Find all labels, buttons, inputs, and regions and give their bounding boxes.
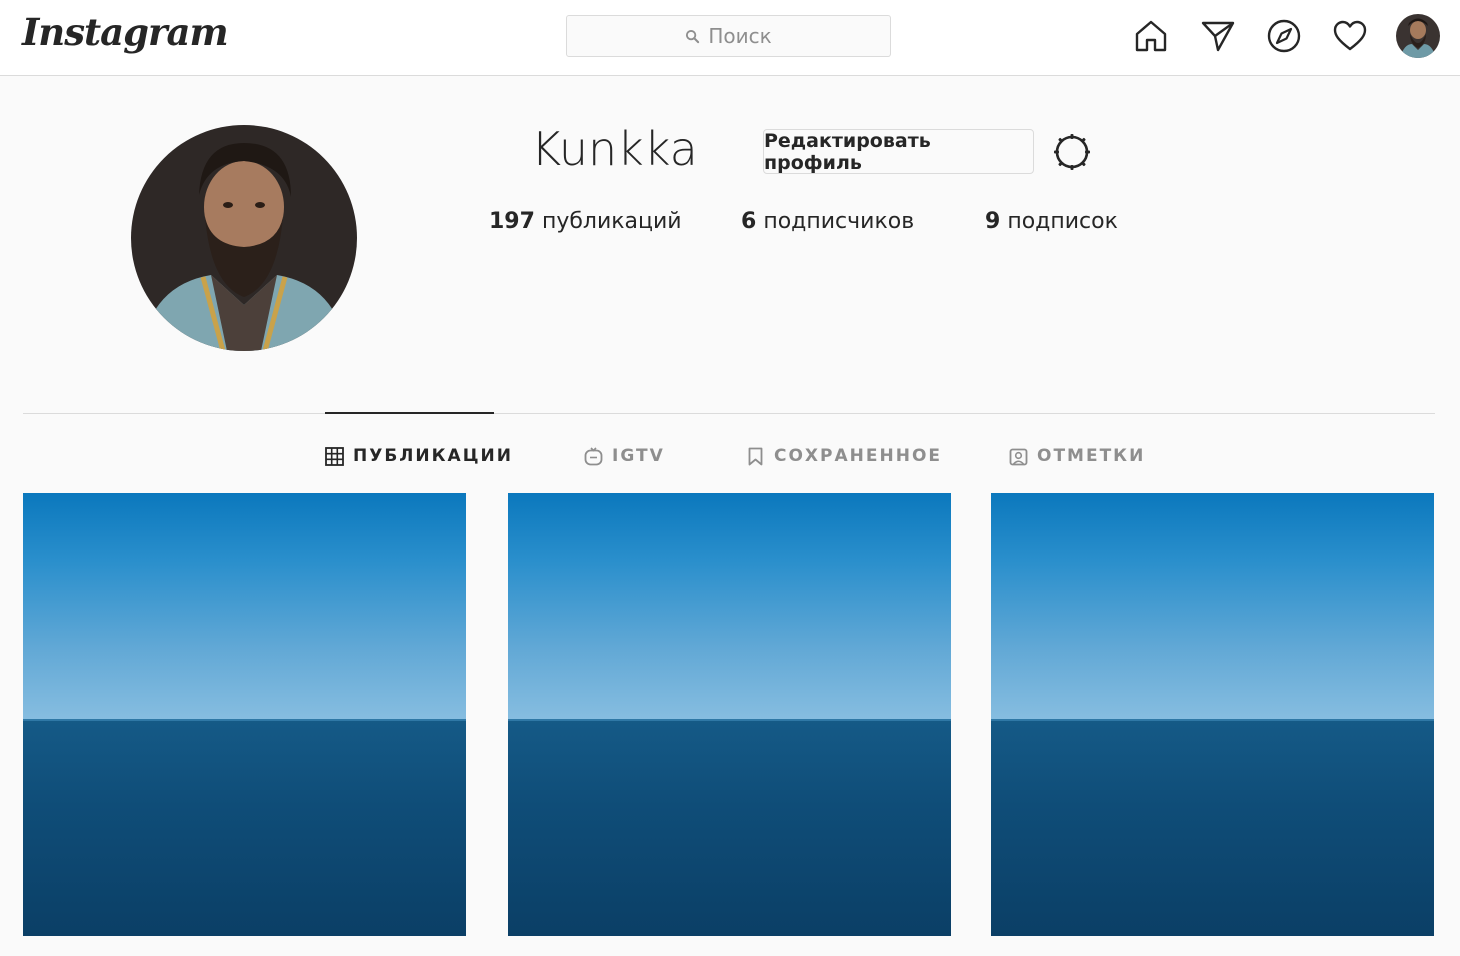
post-thumbnail[interactable] [508, 493, 951, 936]
avatar [1396, 14, 1440, 58]
post-image-sea [508, 718, 951, 936]
direct-messages-button[interactable] [1199, 16, 1237, 56]
active-tab-indicator [325, 412, 494, 414]
post-thumbnail[interactable] [23, 493, 466, 936]
settings-gear-icon[interactable] [1052, 132, 1092, 172]
profile-username: Kunkka [531, 122, 698, 176]
grid-icon [325, 446, 344, 466]
tab-tagged[interactable]: ОТМЕТКИ [1009, 443, 1145, 469]
direct-message-icon [1201, 21, 1235, 52]
following-label: подписок [1007, 209, 1118, 234]
top-navigation-bar: Instagram Поиск [0, 0, 1460, 76]
tab-tagged-label: ОТМЕТКИ [1037, 446, 1146, 466]
post-image-sky [508, 493, 951, 719]
tab-posts-label: ПУБЛИКАЦИИ [353, 446, 513, 466]
bookmark-icon [748, 447, 763, 465]
post-thumbnail[interactable] [991, 493, 1434, 936]
search-placeholder: Поиск [708, 24, 772, 48]
posts-count: 197 [489, 209, 535, 234]
search-input[interactable]: Поиск [566, 15, 891, 57]
tab-igtv[interactable]: IGTV [584, 443, 665, 469]
followers-label: подписчиков [763, 209, 915, 234]
profile-avatar-button[interactable] [1396, 14, 1440, 58]
post-image-horizon [991, 718, 1434, 721]
post-image-horizon [508, 718, 951, 721]
home-button[interactable] [1132, 16, 1170, 56]
post-image-sky [991, 493, 1434, 719]
post-image-sky [23, 493, 466, 719]
explore-button[interactable] [1265, 16, 1303, 56]
search-icon [686, 29, 700, 43]
profile-photo [131, 125, 357, 351]
post-image-horizon [23, 718, 466, 721]
activity-button[interactable] [1331, 16, 1369, 56]
explore-compass-icon [1267, 19, 1301, 53]
profile-picture[interactable] [131, 125, 357, 351]
following-count: 9 [985, 209, 1001, 234]
tab-saved-label: СОХРАНЕННОЕ [774, 446, 943, 466]
igtv-icon [584, 446, 603, 465]
posts-label: публикаций [541, 209, 682, 234]
tab-posts[interactable]: ПУБЛИКАЦИИ [325, 443, 513, 469]
tab-igtv-label: IGTV [612, 446, 665, 466]
tabs-divider [23, 413, 1435, 414]
followers-count: 6 [741, 209, 757, 234]
activity-heart-icon [1333, 20, 1367, 51]
tab-saved[interactable]: СОХРАНЕННОЕ [746, 443, 942, 469]
following-stat[interactable]: 9 подписок [985, 209, 1118, 234]
tagged-person-icon [1009, 448, 1028, 465]
post-image-sea [23, 718, 466, 936]
home-icon [1135, 20, 1167, 52]
edit-profile-button[interactable]: Редактировать профиль [763, 129, 1034, 174]
instagram-logo[interactable]: Instagram [22, 10, 229, 54]
followers-stat[interactable]: 6 подписчиков [741, 209, 914, 234]
post-image-sea [991, 718, 1434, 936]
posts-count-stat: 197 публикаций [489, 209, 682, 234]
